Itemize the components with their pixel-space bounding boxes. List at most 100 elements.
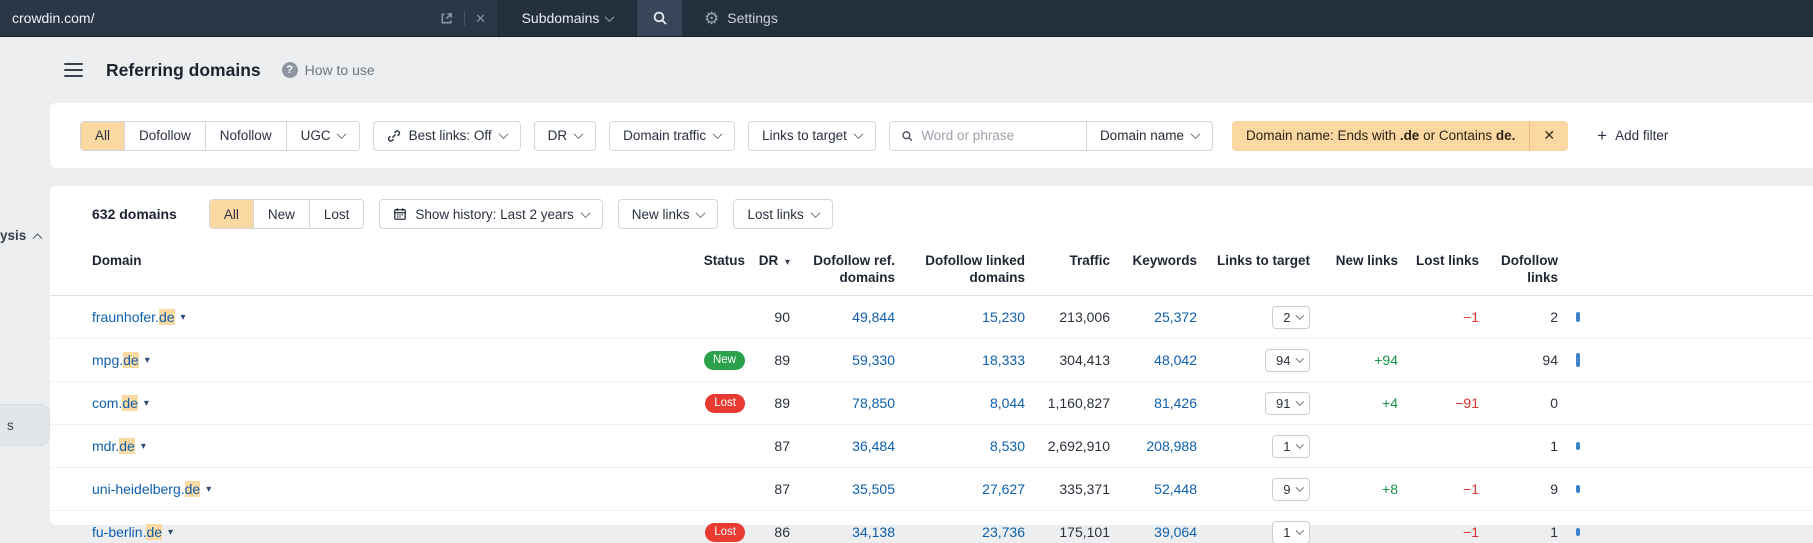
domain-dropdown-caret[interactable]: ▾: [144, 398, 149, 409]
dofollow-ref-domains-link[interactable]: 49,844: [790, 309, 895, 325]
dofollow-links-sparkline[interactable]: [1576, 528, 1580, 536]
domain-link[interactable]: uni-heidelberg.de: [92, 481, 201, 497]
dofollow-ref-domains-link[interactable]: 36,484: [790, 438, 895, 454]
keywords-link[interactable]: 52,448: [1110, 481, 1197, 497]
sidebar-section-partial[interactable]: ysis: [0, 228, 43, 244]
search-icon: [653, 11, 667, 25]
table-header-row: Domain Status DR ▾ Dofollow ref. domains Dofo…: [50, 244, 1813, 296]
status-cell: Lost: [660, 522, 745, 542]
domain-name-selector[interactable]: Domain name: [1085, 121, 1212, 150]
links-to-target-cell: 1: [1197, 520, 1310, 543]
open-external-icon[interactable]: [439, 11, 454, 26]
links-to-target-select[interactable]: 91: [1265, 391, 1310, 415]
new-links-selector[interactable]: New links: [617, 199, 719, 229]
tab-nofollow[interactable]: Nofollow: [205, 121, 287, 150]
domain-dropdown-caret[interactable]: ▾: [181, 312, 186, 323]
dofollow-ref-domains-link[interactable]: 78,850: [790, 395, 895, 411]
dofollow-links-value: 9: [1550, 481, 1558, 497]
links-to-target-filter[interactable]: Links to target: [748, 120, 876, 151]
column-header: Domain: [92, 253, 142, 268]
chevron-down-icon: [1190, 129, 1201, 140]
column-header: Dofollow links: [1501, 253, 1558, 285]
domain-traffic-filter[interactable]: Domain traffic: [609, 120, 736, 151]
table-row: uni-heidelberg.de ▾ 87 35,505 27,627 335…: [50, 468, 1813, 511]
keywords-link[interactable]: 25,372: [1110, 309, 1197, 325]
tab-all[interactable]: All: [81, 121, 126, 150]
dofollow-links-sparkline[interactable]: [1576, 312, 1580, 322]
domain-link[interactable]: mdr.de: [92, 438, 135, 454]
dofollow-ref-domains-link[interactable]: 35,505: [790, 481, 895, 497]
lost-links-selector[interactable]: Lost links: [733, 199, 833, 229]
column-header: Keywords: [1132, 253, 1197, 268]
dofollow-links-sparkline[interactable]: [1576, 353, 1580, 367]
links-to-target-cell: 94: [1197, 348, 1310, 372]
how-to-use-label: How to use: [304, 62, 375, 78]
remove-filter-icon[interactable]: ✕: [1529, 120, 1568, 151]
dofollow-linked-domains-link[interactable]: 8,044: [895, 395, 1025, 411]
column-header: Links to target: [1216, 253, 1310, 268]
keywords-link[interactable]: 48,042: [1110, 352, 1197, 368]
dofollow-links-sparkline[interactable]: [1576, 442, 1580, 450]
dr-value: 89: [774, 395, 790, 411]
new-links-value: +8: [1382, 481, 1398, 497]
keywords-link[interactable]: 39,064: [1110, 524, 1197, 540]
links-to-target-select[interactable]: 94: [1265, 348, 1310, 372]
keywords-link[interactable]: 81,426: [1110, 395, 1197, 411]
search-button[interactable]: [636, 0, 682, 36]
filter-chip-label: Domain name: Ends with .de or Contains d…: [1245, 128, 1516, 143]
column-header[interactable]: DR ▾: [745, 252, 790, 271]
domain-dropdown-caret[interactable]: ▾: [206, 484, 211, 495]
lost-links-value: −91: [1455, 395, 1479, 411]
chevron-down-icon: [696, 207, 706, 218]
dr-filter[interactable]: DR: [533, 120, 597, 151]
sidebar-item-partial[interactable]: s: [0, 404, 50, 446]
dofollow-linked-domains-link[interactable]: 15,230: [895, 309, 1025, 325]
dofollow-linked-domains-link[interactable]: 27,627: [895, 481, 1025, 497]
domain-link[interactable]: fu-berlin.de: [92, 524, 163, 540]
show-history-selector[interactable]: Show history: Last 2 years: [379, 199, 603, 229]
dofollow-links-sparkline[interactable]: [1576, 485, 1580, 493]
table-body: fraunhofer.de ▾ 90 49,844 15,230 213,006…: [50, 296, 1813, 543]
traffic-value: 335,371: [1059, 481, 1110, 497]
domain-link[interactable]: mpg.de: [92, 352, 139, 368]
links-to-target-cell: 1: [1197, 434, 1310, 458]
settings-button[interactable]: ⚙ Settings: [704, 0, 778, 36]
links-to-target-select[interactable]: 9: [1272, 477, 1310, 501]
word-or-phrase-input[interactable]: [921, 128, 1075, 143]
dofollow-ref-domains-link[interactable]: 34,138: [790, 524, 895, 540]
dofollow-linked-domains-link[interactable]: 8,530: [895, 438, 1025, 454]
tab-ugc[interactable]: UGC: [286, 121, 359, 150]
column-header: Status: [703, 253, 745, 268]
divider: [464, 10, 466, 26]
domain-dropdown-caret[interactable]: ▾: [141, 441, 146, 452]
how-to-use-link[interactable]: ? How to use: [281, 62, 375, 78]
dofollow-linked-domains-link[interactable]: 18,333: [895, 352, 1025, 368]
domain-link[interactable]: com.de: [92, 395, 138, 411]
status-tab-lost[interactable]: Lost: [309, 200, 364, 228]
domain-dropdown-caret[interactable]: ▾: [168, 527, 173, 538]
menu-icon[interactable]: [64, 62, 83, 78]
target-url-input[interactable]: crowdin.com/ ✕: [0, 0, 498, 36]
table-row: mpg.de ▾ New 89 59,330 18,333 304,413 48…: [50, 339, 1813, 382]
domain-dropdown-caret[interactable]: ▾: [145, 355, 150, 366]
clear-icon[interactable]: ✕: [475, 12, 486, 25]
status-tab-all[interactable]: All: [209, 200, 254, 228]
dofollow-ref-domains-link[interactable]: 59,330: [790, 352, 895, 368]
mode-label: Subdomains: [521, 10, 600, 26]
add-filter-button[interactable]: + Add filter: [1597, 127, 1668, 144]
dr-value: 86: [774, 524, 790, 540]
status-badge: Lost: [705, 523, 745, 542]
keywords-link[interactable]: 208,988: [1110, 438, 1197, 454]
question-icon: ?: [281, 62, 298, 78]
domain-link[interactable]: fraunhofer.de: [92, 309, 175, 325]
status-tab-new[interactable]: New: [253, 200, 310, 228]
tab-dofollow[interactable]: Dofollow: [125, 121, 206, 150]
column-header: New links: [1335, 253, 1398, 268]
links-to-target-select[interactable]: 1: [1272, 520, 1310, 543]
dofollow-links-value: 94: [1542, 352, 1558, 368]
dofollow-linked-domains-link[interactable]: 23,736: [895, 524, 1025, 540]
links-to-target-select[interactable]: 2: [1272, 305, 1310, 329]
links-to-target-select[interactable]: 1: [1272, 434, 1310, 458]
best-links-filter[interactable]: Best links: Off: [372, 120, 521, 151]
mode-selector[interactable]: Subdomains: [498, 0, 636, 36]
